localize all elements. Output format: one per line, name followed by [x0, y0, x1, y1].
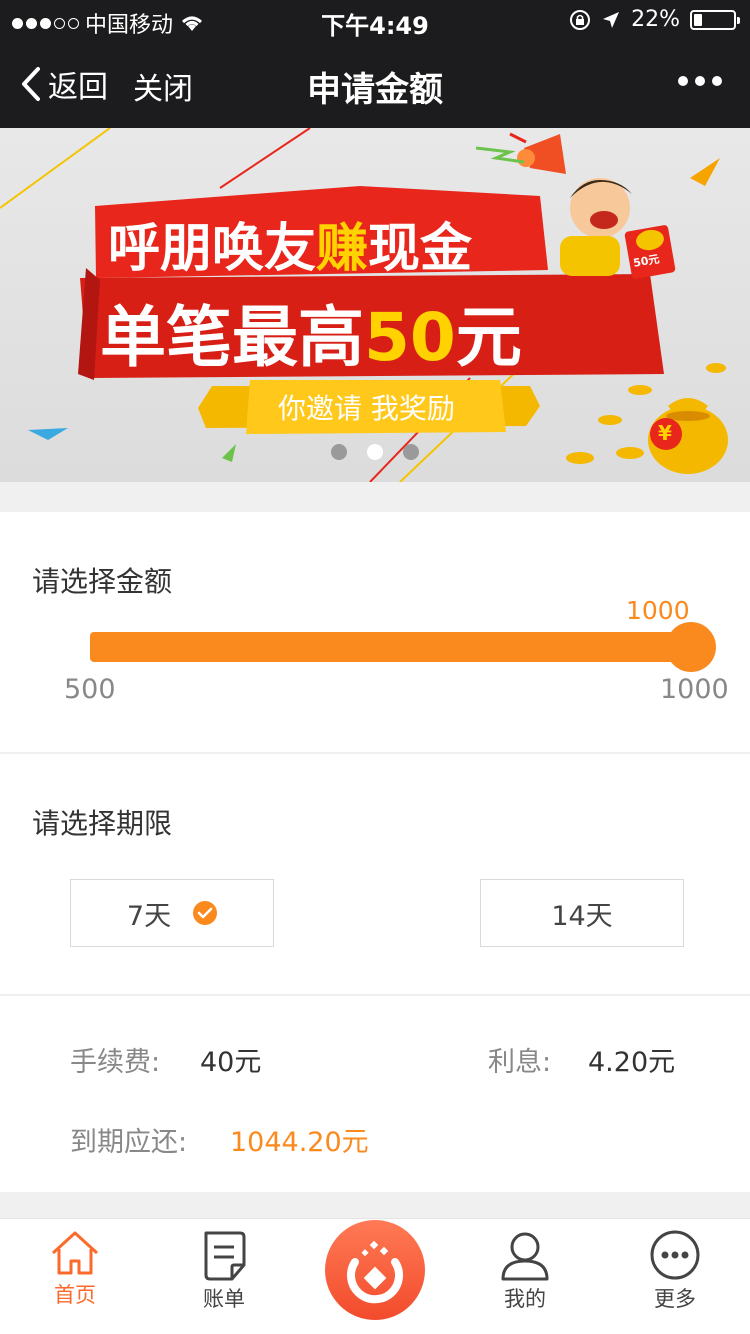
amount-current-value: 1000: [626, 596, 690, 625]
amount-max-label: 1000: [660, 674, 729, 705]
amount-slider-track[interactable]: [90, 632, 690, 662]
amount-min-label: 500: [64, 674, 116, 705]
navigation-bar: 返回 关闭 申请金额: [0, 40, 750, 128]
apply-center-button[interactable]: [325, 1220, 425, 1320]
due-label: 到期应还:: [70, 1127, 188, 1158]
tab-label: 首页: [54, 1283, 96, 1307]
tab-label: 账单: [203, 1287, 245, 1311]
top-bar: 中国移动 下午4:49 22% 返回 关闭 申请金额: [0, 0, 750, 128]
banner-line1-highlight: 赚: [316, 219, 368, 279]
user-icon: [501, 1232, 549, 1281]
status-bar: 中国移动 下午4:49 22%: [0, 0, 750, 40]
svg-text:单笔最高50元: 单笔最高50元: [100, 299, 522, 376]
interest-label: 利息:: [488, 1047, 552, 1078]
home-icon: [51, 1231, 99, 1275]
location-arrow-icon: [603, 11, 620, 28]
period-section-title: 请选择期限: [32, 807, 173, 840]
carousel-indicator[interactable]: [0, 444, 750, 460]
fee-summary: 手续费: 40元 利息: 4.20元 到期应还: 1044.20元: [0, 996, 750, 1192]
red-envelope-icon: [624, 225, 676, 279]
carousel-dot-2[interactable]: [367, 444, 383, 460]
page-title: 申请金额: [307, 70, 443, 110]
banner-line1-part2: 现金: [368, 219, 473, 279]
fee-value: 40元: [200, 1047, 262, 1078]
promo-banner[interactable]: 呼朋唤友赚现金 单笔最高50元 你邀请 我奖励 50元 ¥: [0, 128, 750, 482]
bill-icon: [204, 1231, 246, 1281]
term-option-7-days[interactable]: 7天: [70, 879, 274, 947]
battery-percent: 22%: [631, 7, 680, 32]
banner-artwork: 呼朋唤友赚现金 单笔最高50元 你邀请 我奖励 50元 ¥: [0, 128, 728, 482]
tab-home[interactable]: 首页: [15, 1229, 135, 1309]
amount-slider-thumb[interactable]: [666, 622, 716, 672]
status-right: 22%: [569, 7, 740, 32]
tab-label: 我的: [504, 1287, 546, 1311]
banner-line2-highlight: 50: [364, 299, 456, 376]
check-circle-icon: [193, 901, 218, 925]
fee-label: 手续费:: [70, 1047, 161, 1078]
svg-text:呼朋唤友赚现金: 呼朋唤友赚现金: [108, 219, 473, 279]
term-option-label: 14天: [551, 900, 613, 932]
more-icon: [650, 1230, 700, 1280]
tab-label: 更多: [654, 1287, 696, 1311]
banner-line1-part1: 呼朋唤友: [108, 219, 316, 279]
tab-mine[interactable]: 我的: [465, 1229, 585, 1313]
battery-icon: [690, 9, 740, 30]
banner-yuan-symbol: ¥: [658, 421, 672, 445]
due-amount-value: 1044.20元: [230, 1127, 369, 1158]
term-option-14-days[interactable]: 14天: [480, 879, 684, 947]
banner-line2-part2: 元: [456, 299, 522, 376]
orientation-lock-icon: [570, 9, 591, 30]
period-section: 请选择期限 7天 14天: [0, 754, 750, 994]
carousel-dot-3[interactable]: [403, 444, 419, 460]
term-option-label: 7天: [126, 900, 172, 932]
tab-bill[interactable]: 账单: [164, 1229, 284, 1313]
banner-ribbon-text: 你邀请 我奖励: [278, 392, 455, 425]
tab-more[interactable]: 更多: [615, 1229, 735, 1313]
carousel-dot-1[interactable]: [331, 444, 347, 460]
amount-section-title: 请选择金额: [32, 565, 173, 598]
amount-section: 请选择金额 1000 500 1000: [0, 512, 750, 752]
banner-line2-part1: 单笔最高: [100, 299, 364, 376]
apply-center-icon: [347, 1240, 403, 1304]
interest-value: 4.20元: [588, 1047, 676, 1078]
more-options-button[interactable]: [678, 76, 722, 86]
